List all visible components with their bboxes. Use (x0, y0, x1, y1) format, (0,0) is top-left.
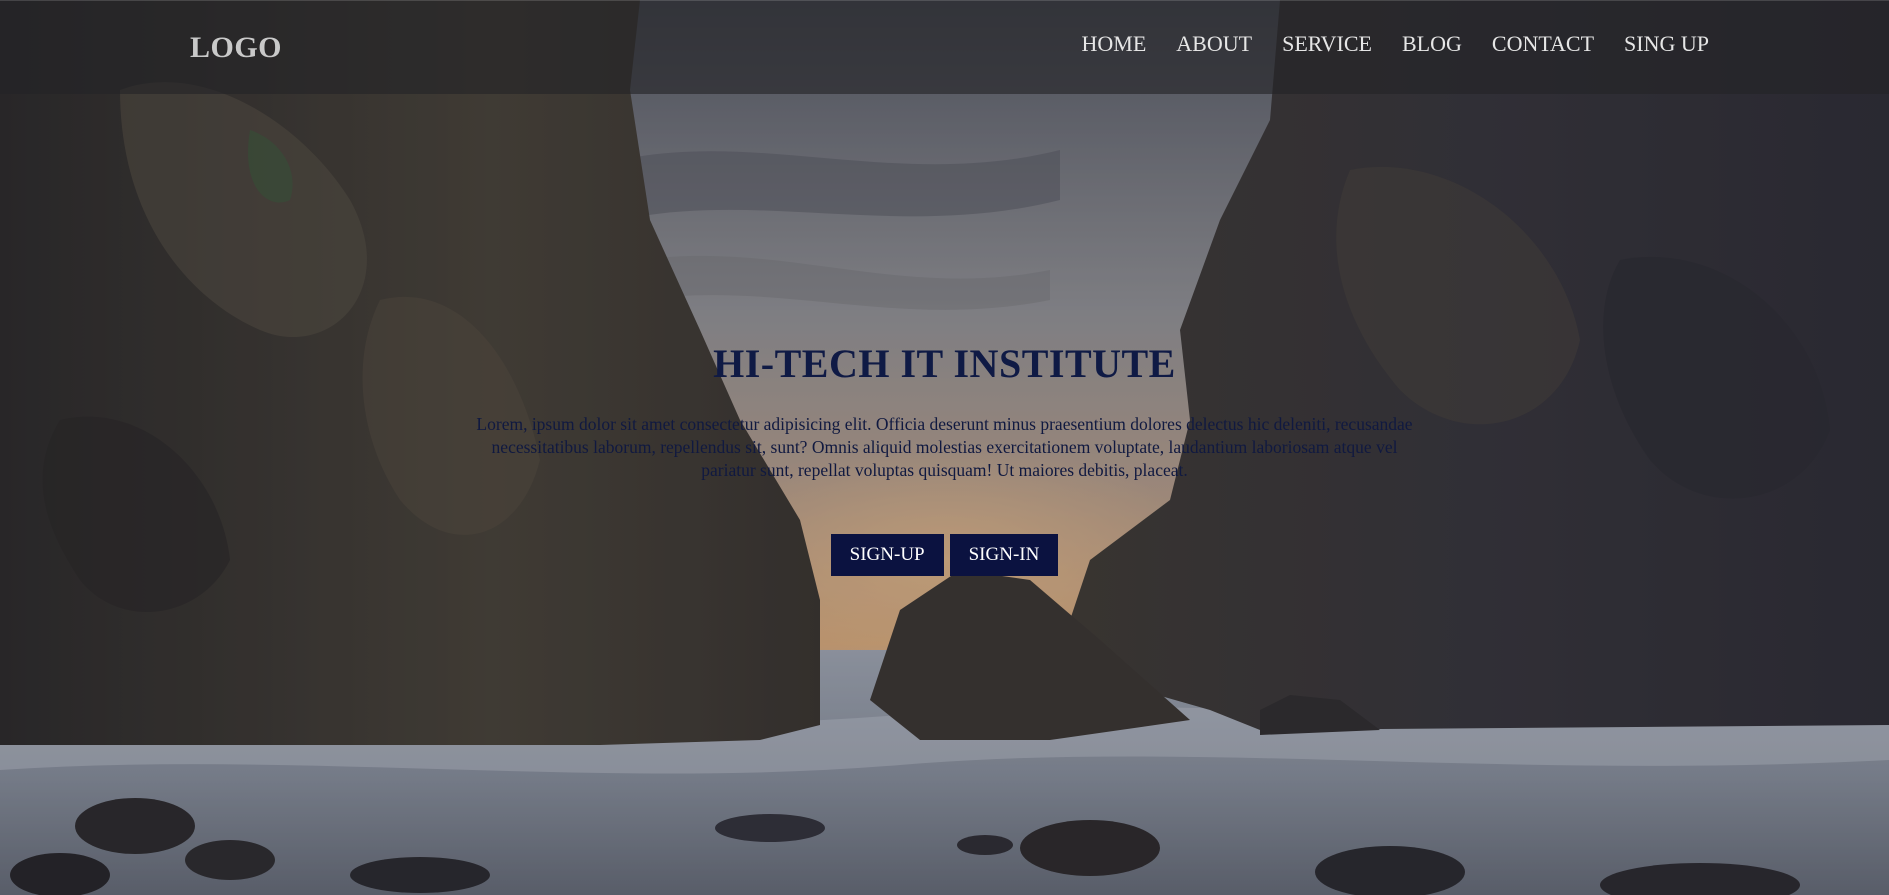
hero-buttons: SIGN-UP SIGN-IN (0, 534, 1889, 576)
logo[interactable]: LOGO (190, 31, 282, 65)
nav-home-link[interactable]: HOME (1082, 31, 1147, 57)
hero-title: HI-TECH IT INSTITUTE (713, 341, 1176, 386)
nav-signup-link[interactable]: SING UP (1624, 31, 1709, 57)
sign-up-button[interactable]: SIGN-UP (830, 534, 944, 576)
hero-description: Lorem, ipsum dolor sit amet consectetur … (476, 414, 1413, 480)
nav-about-link[interactable]: ABOUT (1176, 31, 1252, 57)
hero-section: LOGO HOME ABOUT SERVICE BLOG CONTACT SIN… (0, 0, 1889, 895)
main-nav: HOME ABOUT SERVICE BLOG CONTACT SING UP (1052, 31, 1709, 57)
hero-content: HI-TECH IT INSTITUTE Lorem, ipsum dolor … (0, 340, 1889, 576)
sign-in-button[interactable]: SIGN-IN (949, 534, 1059, 576)
nav-service-link[interactable]: SERVICE (1282, 31, 1372, 57)
nav-contact-link[interactable]: CONTACT (1492, 31, 1594, 57)
nav-blog-link[interactable]: BLOG (1402, 31, 1462, 57)
top-navbar: LOGO HOME ABOUT SERVICE BLOG CONTACT SIN… (0, 0, 1889, 94)
